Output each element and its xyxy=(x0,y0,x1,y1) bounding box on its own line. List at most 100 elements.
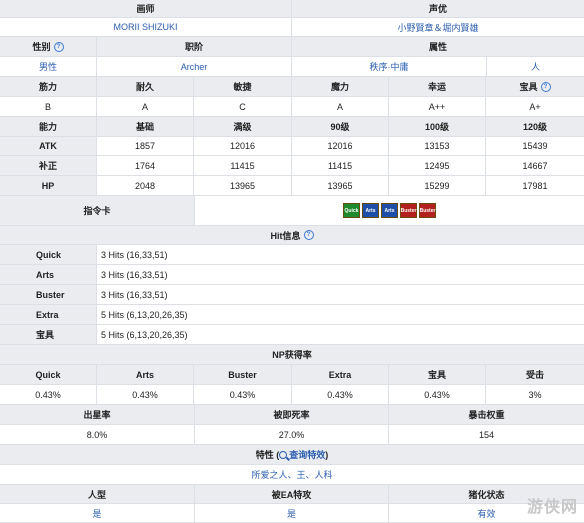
alignment-link[interactable]: 秩序·中庸 xyxy=(292,57,487,77)
traits-value-row: 所爱之人、王、人科 xyxy=(0,465,584,485)
stats-header: 120级 xyxy=(486,117,584,137)
stats-row-hp: HP 2048 13965 13965 15299 17981 xyxy=(0,176,584,196)
param-value: A+ xyxy=(486,97,584,117)
stats-cell: 13153 xyxy=(389,137,486,156)
bottom-header: 人型 xyxy=(0,485,195,504)
gender-header: 性别 ? xyxy=(0,37,97,57)
query-effects-link[interactable]: 查询特效 xyxy=(289,448,325,461)
class-link[interactable]: Archer xyxy=(97,57,292,77)
param-value: B xyxy=(0,97,97,117)
hit-row: Quick 3 Hits (16,33,51) xyxy=(0,245,584,265)
np-header: Extra xyxy=(292,365,389,385)
gender-header-label: 性别 xyxy=(32,42,51,52)
star-value: 8.0% xyxy=(0,425,195,445)
traits-title-suffix: ) xyxy=(325,449,329,460)
bottom-value[interactable]: 是 xyxy=(195,504,389,523)
attribute-link[interactable]: 人 xyxy=(487,57,584,77)
hit-row: Buster 3 Hits (16,33,51) xyxy=(0,285,584,305)
stats-cell: 12016 xyxy=(292,137,389,156)
buster-card-icon: Buster xyxy=(400,203,417,218)
help-icon[interactable]: ? xyxy=(53,41,64,52)
stats-header-row: 能力 基础 满级 90级 100级 120级 xyxy=(0,117,584,137)
np-header-row: NP获得率 xyxy=(0,345,584,365)
np-value: 0.43% xyxy=(0,385,97,405)
np-value: 3% xyxy=(486,385,584,405)
param-header-label: 宝具 xyxy=(519,82,538,92)
stats-cell: 12495 xyxy=(389,156,486,176)
stats-cell: 15299 xyxy=(389,176,486,196)
hit-row-label: 宝具 xyxy=(0,325,97,345)
attribute-header: 属性 xyxy=(292,37,584,57)
help-icon[interactable]: ? xyxy=(540,81,551,92)
star-header-row: 出星率 被即死率 暴击权重 xyxy=(0,405,584,425)
stats-cell: 2048 xyxy=(97,176,194,196)
hit-row-value: 3 Hits (16,33,51) xyxy=(97,245,584,265)
np-title: NP获得率 xyxy=(0,345,584,365)
star-value: 154 xyxy=(389,425,584,445)
np-value-row: 0.43% 0.43% 0.43% 0.43% 0.43% 3% xyxy=(0,385,584,405)
hit-info-title: Hit信息 ? xyxy=(0,226,584,245)
stats-cell: 14667 xyxy=(486,156,584,176)
param-header: 魔力 xyxy=(292,77,389,97)
np-header: 受击 xyxy=(486,365,584,385)
star-header: 暴击权重 xyxy=(389,405,584,425)
help-icon[interactable]: ? xyxy=(303,230,314,240)
stats-row-correction: 补正 1764 11415 11415 12495 14667 xyxy=(0,156,584,176)
stats-header: 基础 xyxy=(97,117,194,137)
stats-cell: 12016 xyxy=(194,137,292,156)
traits-title-prefix: 特性 ( xyxy=(255,450,280,460)
voice-actor-link[interactable]: 小野賢章＆堀内賢雄 xyxy=(292,18,584,37)
hit-row-label: Extra xyxy=(0,305,97,325)
traits-title: 特性 ( 查询特效 ) xyxy=(0,445,584,465)
hit-row-value: 5 Hits (6,13,20,26,35) xyxy=(97,325,584,345)
command-card-list: Quick Arts Arts Buster Buster xyxy=(343,203,436,218)
command-cards-row: 指令卡 Quick Arts Arts Buster Buster xyxy=(0,196,584,226)
param-value: A xyxy=(292,97,389,117)
np-value: 0.43% xyxy=(194,385,292,405)
bottom-value[interactable]: 是 xyxy=(0,504,195,523)
parameters-header-row: 筋力 耐久 敏捷 魔力 幸运 宝具 ? xyxy=(0,77,584,97)
hit-row: 宝具 5 Hits (6,13,20,26,35) xyxy=(0,325,584,345)
traits-value[interactable]: 所爱之人、王、人科 xyxy=(0,465,584,485)
hit-row-label: Quick xyxy=(0,245,97,265)
hit-row-label: Arts xyxy=(0,265,97,285)
attributes-value-row: 男性 Archer 秩序·中庸 人 xyxy=(0,57,584,77)
hit-info-header-row: Hit信息 ? xyxy=(0,226,584,245)
np-value: 0.43% xyxy=(389,385,486,405)
bottom-header-row: 人型 被EA特攻 猪化状态 xyxy=(0,485,584,504)
hit-row: Extra 5 Hits (6,13,20,26,35) xyxy=(0,305,584,325)
stats-header: 能力 xyxy=(0,117,97,137)
stats-cell: 17981 xyxy=(486,176,584,196)
parameters-value-row: B A C A A++ A+ xyxy=(0,97,584,117)
param-value: A++ xyxy=(389,97,486,117)
stats-row-label: 补正 xyxy=(0,156,97,176)
hit-row-value: 3 Hits (16,33,51) xyxy=(97,265,584,285)
param-header: 敏捷 xyxy=(194,77,292,97)
param-value: A xyxy=(97,97,194,117)
illustrator-link[interactable]: MORII SHIZUKI xyxy=(0,18,292,37)
credits-value-row: MORII SHIZUKI 小野賢章＆堀内賢雄 xyxy=(0,18,584,37)
hit-info-title-label: Hit信息 xyxy=(270,230,301,241)
stats-row-label: ATK xyxy=(0,137,97,156)
servant-info-table: 画师 声优 MORII SHIZUKI 小野賢章＆堀内賢雄 性别 ? 职阶 属性… xyxy=(0,0,584,523)
attributes-header-row: 性别 ? 职阶 属性 xyxy=(0,37,584,57)
bottom-value-row: 是 是 有效 xyxy=(0,504,584,523)
class-header: 职阶 xyxy=(97,37,292,57)
bottom-header: 被EA特攻 xyxy=(195,485,389,504)
param-header: 耐久 xyxy=(97,77,194,97)
command-cards-cell: Quick Arts Arts Buster Buster xyxy=(195,196,584,226)
gender-link[interactable]: 男性 xyxy=(0,57,97,77)
stats-cell: 1857 xyxy=(97,137,194,156)
search-icon[interactable] xyxy=(279,450,288,459)
np-param-header: 宝具 ? xyxy=(486,77,584,97)
np-value: 0.43% xyxy=(292,385,389,405)
arts-card-icon: Arts xyxy=(362,203,379,218)
hit-row-value: 5 Hits (6,13,20,26,35) xyxy=(97,305,584,325)
np-header: 宝具 xyxy=(389,365,486,385)
star-header: 被即死率 xyxy=(195,405,389,425)
illustrator-header: 画师 xyxy=(0,0,292,18)
arts-card-icon: Arts xyxy=(381,203,398,218)
stats-cell: 1764 xyxy=(97,156,194,176)
stats-cell: 11415 xyxy=(292,156,389,176)
np-header: Buster xyxy=(194,365,292,385)
